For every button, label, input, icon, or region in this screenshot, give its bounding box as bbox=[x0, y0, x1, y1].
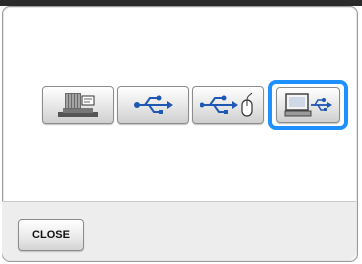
usb-mouse-button[interactable] bbox=[192, 86, 264, 124]
embroidery-machine-button[interactable] bbox=[42, 86, 114, 124]
usb-button[interactable] bbox=[117, 86, 189, 124]
embroidery-machine-icon bbox=[55, 90, 101, 120]
computer-usb-icon bbox=[283, 91, 333, 119]
computer-usb-button[interactable] bbox=[276, 87, 340, 123]
usb-mouse-icon bbox=[200, 92, 256, 118]
selected-outline bbox=[268, 80, 348, 130]
connection-options bbox=[42, 80, 348, 130]
usb-icon bbox=[133, 94, 173, 116]
close-button[interactable]: CLOSE bbox=[18, 219, 84, 251]
